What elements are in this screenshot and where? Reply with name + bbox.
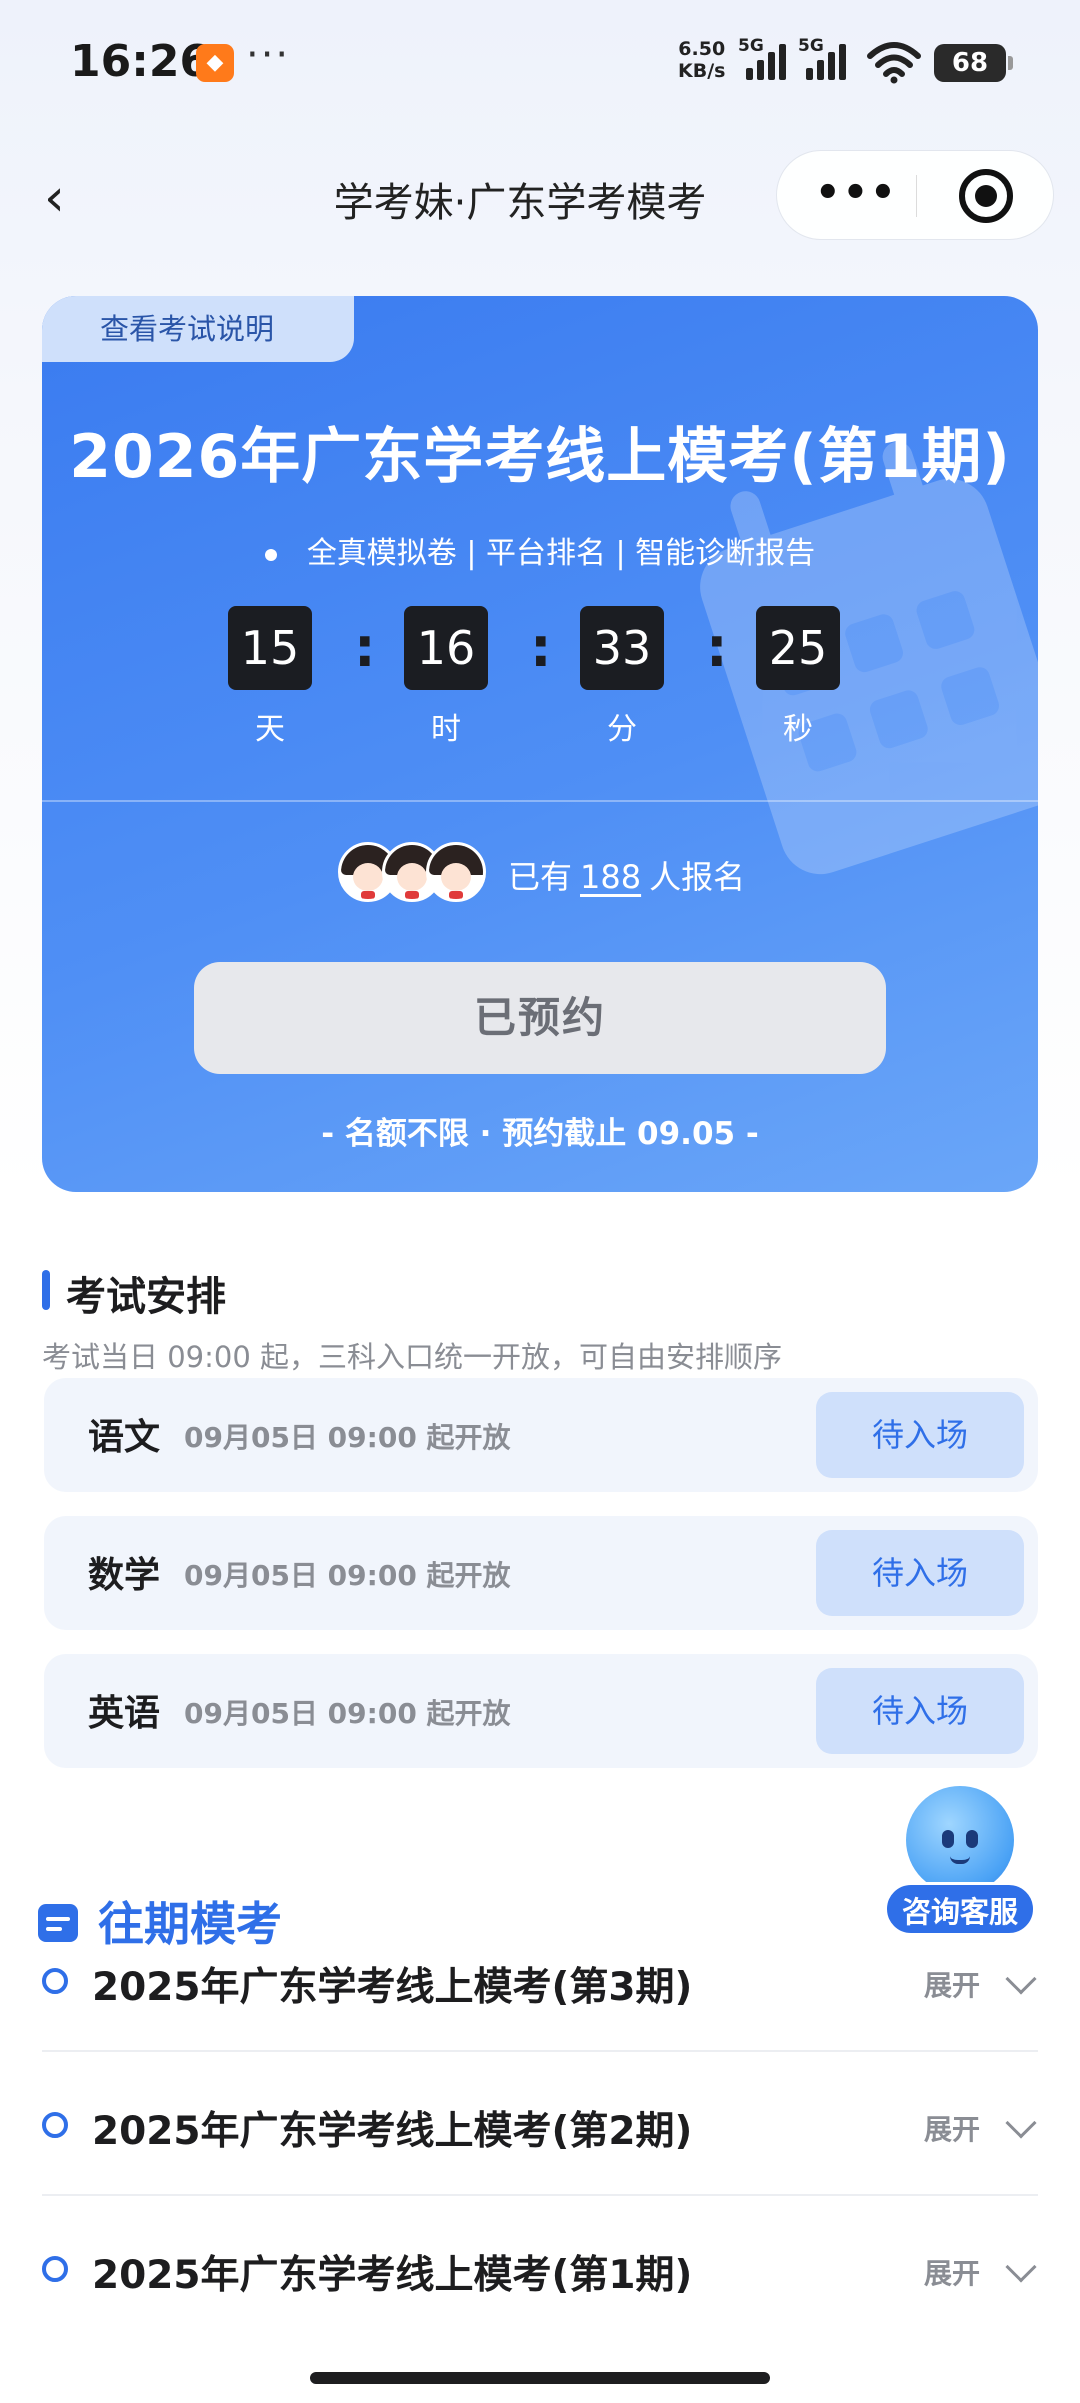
enter-exam-button[interactable]: 待入场 [816,1668,1024,1754]
status-bar: 16:26 ◆ ··· 6.50 KB/s 5G 5G 68 [0,0,1080,130]
subject-row-english: 英语 09月05日 09:00 起开放 待入场 [44,1654,1038,1768]
more-dots-icon[interactable]: ••• [815,173,898,213]
countdown-seconds: 25 秒 [756,606,840,748]
past-exam-item[interactable]: 2025年广东学考线上模考(第2期) 展开 [42,2056,1038,2196]
status-more-icon: ··· [246,32,291,78]
countdown-hours: 16 时 [404,606,488,748]
network-speed: 6.50 KB/s [678,38,725,82]
expand-label[interactable]: 展开 [924,2252,980,2292]
subject-open-time: 09月05日 09:00 起开放 [184,1697,511,1730]
avatar [426,842,486,902]
schedule-description: 考试当日 09:00 起，三科入口统一开放，可自由安排顺序 [42,1340,783,1374]
signal-icon-2: 5G [798,36,848,86]
countdown-days-label: 天 [255,712,285,747]
signal-icon: 5G [738,36,788,86]
target-close-icon[interactable] [959,169,1013,223]
net-speed-value: 6.50 [678,38,726,60]
subject-row-chinese: 语文 09月05日 09:00 起开放 待入场 [44,1378,1038,1492]
customer-service-button[interactable]: 咨询客服 [880,1786,1040,1956]
wifi-icon [866,40,922,95]
section-accent-bar [42,1270,50,1310]
past-exam-name: 2025年广东学考线上模考(第2期) [92,2109,693,2154]
sim1-tag: 5G [738,36,764,56]
chevron-down-icon[interactable] [1005,1963,1037,1995]
countdown-hours-label: 时 [431,712,461,747]
subject-open-time: 09月05日 09:00 起开放 [184,1421,511,1454]
signup-suffix: 人报名 [649,858,746,896]
countdown-seconds-value: 25 [756,606,840,690]
countdown-days: 15 天 [228,606,312,748]
countdown-minutes-label: 分 [607,712,637,747]
signup-count[interactable]: 188 [580,858,641,896]
expand-label[interactable]: 展开 [924,1964,980,2004]
net-speed-unit: KB/s [678,60,726,82]
hero-divider [42,800,1038,802]
participant-avatars [338,842,488,902]
countdown-separator: : [706,616,728,679]
signup-count-text: 已有 188 人报名 [508,852,745,898]
countdown-separator: : [530,616,552,679]
timeline-dot-icon [42,2112,68,2138]
exam-subtitle: 全真模拟卷 | 平台排名 | 智能诊断报告 [42,528,1038,572]
exam-guide-link[interactable]: 查看考试说明 [42,296,354,362]
status-time: 16:26 [70,36,211,87]
battery-icon: 68 [934,44,1013,82]
sim2-tag: 5G [798,36,824,56]
subject-name: 语文 [88,1417,161,1458]
countdown-days-value: 15 [228,606,312,690]
exam-features: 全真模拟卷 | 平台排名 | 智能诊断报告 [306,536,816,571]
countdown-minutes: 33 分 [580,606,664,748]
countdown-seconds-label: 秒 [783,712,813,747]
bullet-dot [264,548,277,561]
timeline-dot-icon [42,2256,68,2282]
past-exam-item[interactable]: 2025年广东学考线上模考(第1期) 展开 [42,2200,1038,2340]
customer-service-label[interactable]: 咨询客服 [884,1882,1036,1936]
past-exam-name: 2025年广东学考线上模考(第1期) [92,2253,693,2298]
timeline-dot-icon [42,1968,68,1994]
subject-name: 数学 [88,1555,161,1596]
countdown-separator: : [354,616,376,679]
mini-program-capsule: ••• [776,150,1054,240]
past-exam-name: 2025年广东学考线上模考(第3期) [92,1965,693,2010]
countdown-hours-value: 16 [404,606,488,690]
home-indicator[interactable] [310,2372,770,2384]
app-notification-icon: ◆ [196,44,234,82]
exam-hero-card: 查看考试说明 2026年广东学考线上模考(第1期) 全真模拟卷 | 平台排名 |… [42,296,1038,1192]
capsule-divider [916,175,917,217]
chevron-down-icon[interactable] [1005,2251,1037,2283]
enter-exam-button[interactable]: 待入场 [816,1392,1024,1478]
robot-avatar-icon [906,1786,1014,1894]
reserved-button[interactable]: 已预约 [194,962,886,1074]
subject-name: 英语 [88,1693,161,1734]
quota-deadline-text: - 名额不限 · 预约截止 09.05 - [321,1116,759,1152]
subject-open-time: 09月05日 09:00 起开放 [184,1559,511,1592]
schedule-title: 考试安排 [66,1274,226,1320]
subject-row-math: 数学 09月05日 09:00 起开放 待入场 [44,1516,1038,1630]
exam-title: 2026年广东学考线上模考(第1期) [69,422,1011,492]
signup-prefix: 已有 [508,858,573,896]
countdown-minutes-value: 33 [580,606,664,690]
countdown-timer: 15 天 : 16 时 : 33 分 : 25 秒 [42,606,1038,756]
chevron-down-icon[interactable] [1005,2107,1037,2139]
enter-exam-button[interactable]: 待入场 [816,1530,1024,1616]
expand-label[interactable]: 展开 [924,2108,980,2148]
